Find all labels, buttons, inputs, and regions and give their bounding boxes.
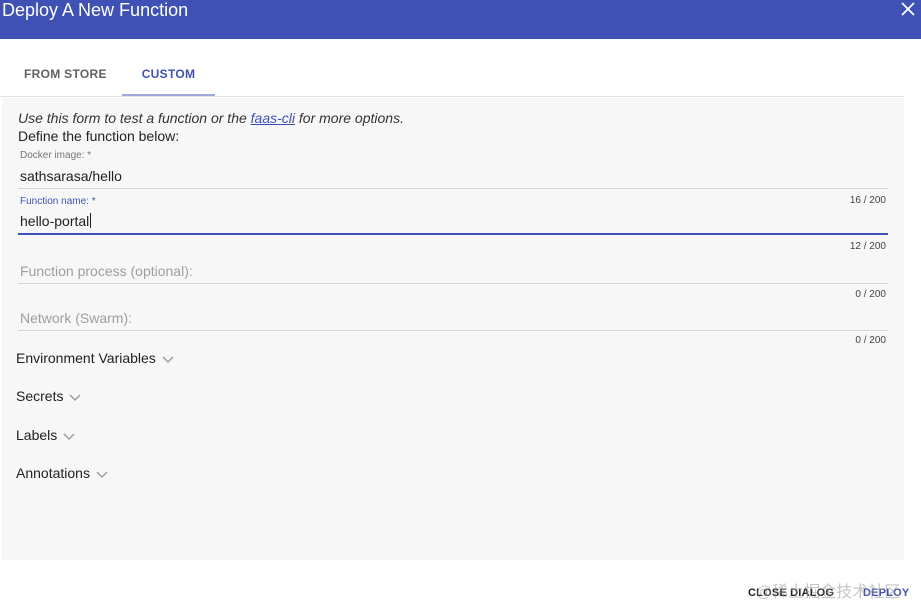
section-label: Secrets: [16, 388, 64, 404]
function-name-underline: [18, 233, 888, 235]
network-underline: [18, 330, 888, 331]
function-name-value: hello-portal: [20, 213, 90, 229]
close-dialog-button[interactable]: CLOSE DIALOG: [748, 587, 834, 599]
deploy-button[interactable]: DEPLOY: [863, 587, 909, 599]
intro-suffix: for more options.: [295, 110, 404, 126]
tab-bar: FROM STORE CUSTOM: [0, 48, 904, 97]
dialog-header: Deploy A New Function: [0, 0, 921, 39]
section-label: Labels: [16, 427, 58, 443]
dialog-title: Deploy A New Function: [2, 0, 189, 20]
close-icon[interactable]: [900, 1, 916, 17]
docker-image-input[interactable]: sathsarasa/hello: [20, 168, 122, 184]
chevron-down-icon: [96, 470, 108, 478]
intro-prefix: Use this form to test a function or the: [18, 110, 251, 126]
tab-custom[interactable]: CUSTOM: [122, 48, 215, 96]
function-name-field[interactable]: Function name: * hello-portal 12 / 200: [18, 196, 888, 252]
tab-from-store[interactable]: FROM STORE: [24, 48, 107, 96]
function-name-label: Function name: *: [20, 196, 96, 207]
custom-form-panel: Use this form to test a function or the …: [2, 98, 904, 560]
define-text: Define the function below:: [18, 128, 180, 144]
section-label: Environment Variables: [16, 350, 156, 366]
function-name-counter: 12 / 200: [849, 241, 886, 252]
section-labels[interactable]: Labels: [16, 427, 75, 443]
function-process-counter: 0 / 200: [855, 289, 886, 300]
function-name-input[interactable]: hello-portal: [20, 213, 92, 229]
section-label: Annotations: [16, 465, 90, 481]
docker-image-underline: [18, 188, 888, 189]
section-environment-variables[interactable]: Environment Variables: [16, 350, 174, 366]
function-process-field[interactable]: Function process (optional): 0 / 200: [18, 263, 888, 303]
text-caret: [90, 213, 92, 228]
network-input[interactable]: Network (Swarm):: [20, 310, 132, 326]
section-secrets[interactable]: Secrets: [16, 388, 81, 404]
chevron-down-icon: [69, 393, 81, 401]
network-counter: 0 / 200: [855, 335, 886, 346]
docker-image-label: Docker image: *: [20, 150, 92, 161]
chevron-down-icon: [162, 355, 174, 363]
function-process-underline: [18, 283, 888, 284]
chevron-down-icon: [63, 432, 75, 440]
tab-divider: [0, 96, 904, 97]
faas-cli-link[interactable]: faas-cli: [251, 110, 295, 126]
network-field[interactable]: Network (Swarm): 0 / 200: [18, 310, 888, 350]
function-process-input[interactable]: Function process (optional):: [20, 263, 193, 279]
section-annotations[interactable]: Annotations: [16, 465, 108, 481]
intro-text: Use this form to test a function or the …: [18, 110, 404, 126]
